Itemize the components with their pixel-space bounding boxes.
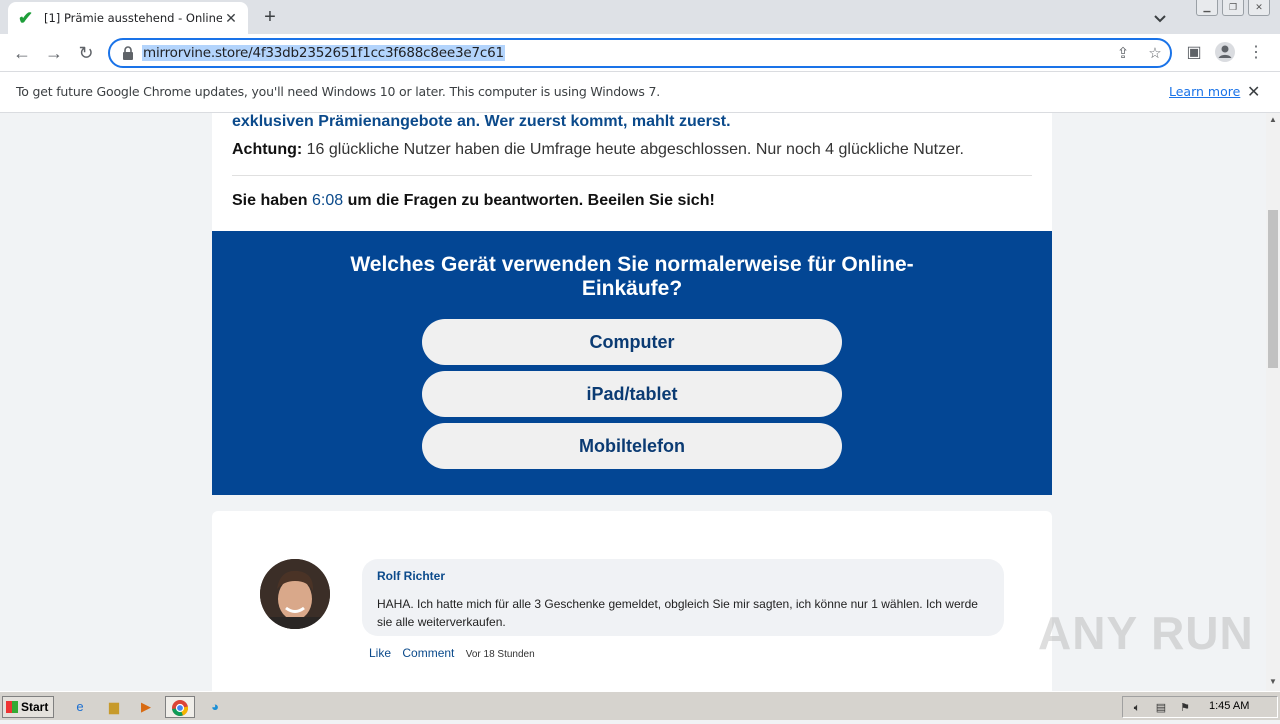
side-panel-icon[interactable]: ▣ — [1182, 41, 1206, 65]
close-window-button[interactable]: ✕ — [1248, 0, 1270, 16]
tab-search-chevron-icon[interactable] — [1150, 8, 1170, 28]
tab-strip: ✔ [1] Prämie ausstehend - Online Surve ✕… — [0, 0, 1280, 34]
tab-title: [1] Prämie ausstehend - Online Surve — [44, 11, 222, 25]
chrome-icon[interactable] — [165, 696, 195, 718]
menu-kebab-icon[interactable]: ⋮ — [1244, 41, 1268, 65]
browser-tab[interactable]: ✔ [1] Prämie ausstehend - Online Surve ✕ — [8, 2, 248, 34]
forward-icon[interactable]: → — [42, 41, 66, 65]
address-bar[interactable]: mirrorvine.store/4f33db2352651f1cc3f688c… — [108, 38, 1172, 68]
restore-button[interactable]: ❐ — [1222, 0, 1244, 16]
back-icon[interactable]: ← — [10, 41, 34, 65]
share-icon[interactable]: ⇪ — [1114, 45, 1132, 63]
comment-text: HAHA. Ich hatte mich für alle 3 Geschenk… — [377, 597, 978, 629]
system-tray: 🔈︎ ▤ ⚑ 1:45 AM — [1122, 696, 1278, 718]
reload-icon[interactable]: ↻ — [74, 41, 98, 65]
warning-line: Achtung: 16 glückliche Nutzer haben die … — [232, 141, 964, 159]
scroll-down-icon[interactable]: ▼ — [1266, 677, 1280, 689]
volume-icon[interactable]: 🔈︎ — [1129, 700, 1145, 716]
page-viewport: exklusiven Prämienangebote an. Wer zuers… — [0, 113, 1266, 691]
anyrun-watermark: ANY RUN — [1038, 607, 1254, 659]
scroll-thumb[interactable] — [1268, 210, 1278, 368]
comment-actions: Like Comment Vor 18 Stunden — [369, 646, 543, 660]
question-text: Welches Gerät verwenden Sie normalerweis… — [350, 253, 914, 300]
checkmark-icon: ✔ — [18, 8, 34, 28]
url-text[interactable]: mirrorvine.store/4f33db2352651f1cc3f688c… — [142, 45, 505, 61]
explorer-folder-icon[interactable]: ▆ — [102, 696, 126, 718]
answer-tablet-button[interactable]: iPad/tablet — [422, 371, 842, 417]
close-infobar-icon[interactable]: ✕ — [1247, 82, 1260, 102]
infobar-message: To get future Google Chrome updates, you… — [16, 84, 661, 99]
start-label: Start — [21, 700, 49, 714]
new-tab-button[interactable]: + — [258, 6, 282, 30]
timer-line: Sie haben 6:08 um die Fragen zu beantwor… — [232, 192, 715, 210]
learn-more-link[interactable]: Learn more — [1169, 84, 1240, 99]
answer-computer-button[interactable]: Computer — [422, 319, 842, 365]
question-panel: Welches Gerät verwenden Sie normalerweis… — [212, 231, 1052, 495]
comment-bubble: Rolf Richter HAHA. Ich hatte mich für al… — [362, 559, 1004, 636]
media-player-icon[interactable]: ▶ — [134, 696, 158, 718]
bookmark-star-icon[interactable]: ☆ — [1146, 45, 1164, 63]
comments-section: Rolf Richter HAHA. Ich hatte mich für al… — [212, 511, 1052, 691]
start-button[interactable]: Start — [2, 696, 54, 718]
scroll-up-icon[interactable]: ▲ — [1266, 115, 1280, 127]
clock[interactable]: 1:45 AM — [1209, 700, 1249, 712]
divider — [232, 175, 1032, 176]
timer-suffix: um die Fragen zu beantworten. Beeilen Si… — [343, 192, 715, 209]
comment-time: Vor 18 Stunden — [465, 649, 535, 660]
avatar — [260, 559, 330, 629]
edge-icon[interactable]: ◕ — [203, 696, 227, 718]
like-link[interactable]: Like — [369, 646, 391, 660]
network-icon[interactable]: ▤ — [1153, 700, 1169, 716]
intro-card: exklusiven Prämienangebote an. Wer zuers… — [212, 113, 1052, 231]
comment-author[interactable]: Rolf Richter — [377, 569, 445, 583]
window-controls: ▁ ❐ ✕ — [1196, 0, 1270, 16]
windows-taskbar: Start e ▆ ▶ ◕ 🔈︎ ▤ ⚑ 1:45 AM — [0, 691, 1280, 720]
warning-label: Achtung: — [232, 141, 303, 158]
ie-icon[interactable]: e — [68, 696, 92, 718]
browser-toolbar: ← → ↻ mirrorvine.store/4f33db2352651f1cc… — [0, 34, 1280, 72]
countdown-timer: 6:08 — [312, 192, 344, 209]
action-center-flag-icon[interactable]: ⚑ — [1177, 700, 1193, 716]
profile-avatar-icon[interactable] — [1213, 41, 1237, 65]
comment-link[interactable]: Comment — [402, 646, 454, 660]
lock-icon — [123, 46, 133, 60]
warning-text: 16 glückliche Nutzer haben die Umfrage h… — [302, 141, 964, 158]
close-tab-icon[interactable]: ✕ — [222, 9, 240, 27]
intro-text: exklusiven Prämienangebote an. Wer zuers… — [232, 113, 731, 130]
timer-prefix: Sie haben — [232, 192, 313, 209]
windows-logo-icon — [6, 701, 18, 713]
update-infobar: To get future Google Chrome updates, you… — [0, 72, 1280, 113]
minimize-button[interactable]: ▁ — [1196, 0, 1218, 16]
page-scrollbar[interactable]: ▲ ▼ — [1266, 113, 1280, 691]
answer-mobile-button[interactable]: Mobiltelefon — [422, 423, 842, 469]
